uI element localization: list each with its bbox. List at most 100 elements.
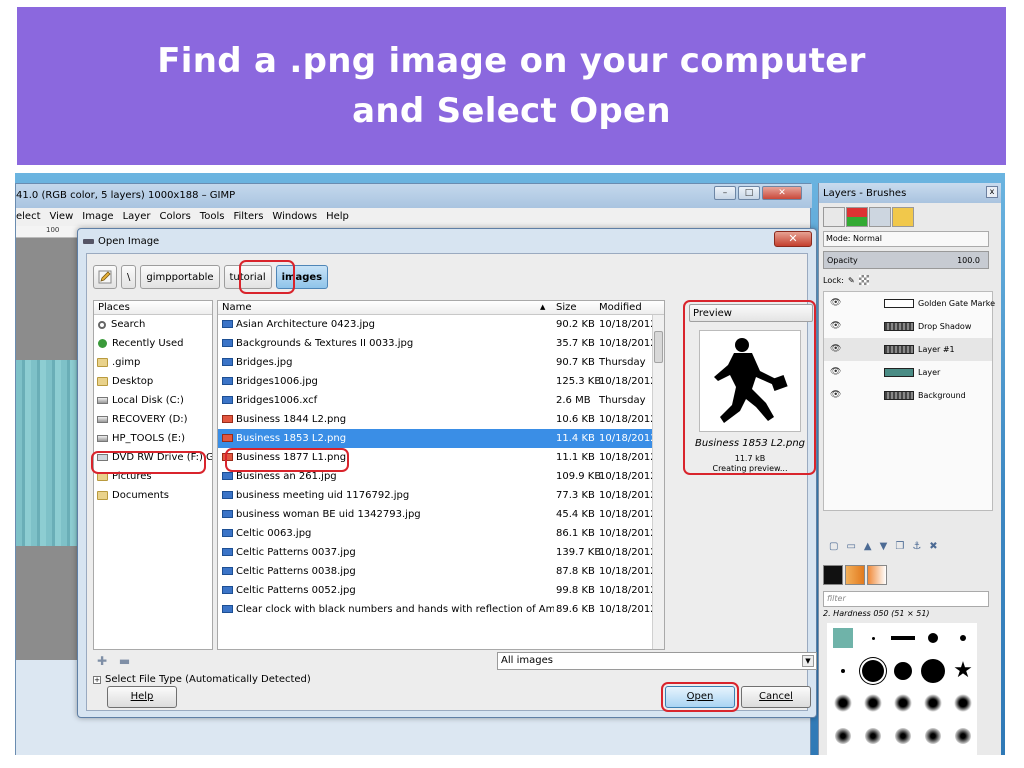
eye-icon[interactable]: 👁 — [830, 344, 841, 354]
menu-image[interactable]: Image — [82, 211, 113, 226]
column-name[interactable]: Name — [222, 302, 252, 313]
brush-cell[interactable] — [889, 625, 917, 651]
brush-cell[interactable] — [949, 690, 977, 716]
brush-cell[interactable] — [859, 658, 887, 684]
brush-cell[interactable] — [829, 658, 857, 684]
eye-icon[interactable]: 👁 — [830, 390, 841, 400]
opacity-value[interactable]: 100.0 — [957, 256, 980, 265]
layer-row[interactable]: 👁 Layer — [824, 361, 992, 384]
menu-colors[interactable]: Colors — [159, 211, 190, 226]
layer-row[interactable]: 👁 Background — [824, 384, 992, 407]
menu-windows[interactable]: Windows — [272, 211, 317, 226]
brush-cell[interactable] — [919, 690, 947, 716]
place-local-disk[interactable]: Local Disk (C:) — [94, 391, 212, 410]
file-row[interactable]: Business 1844 L2.png 10.6 KB 10/18/2012 — [218, 410, 664, 429]
opacity-slider[interactable]: Opacity 100.0 — [823, 251, 989, 269]
brush-cell[interactable]: ★ — [949, 658, 977, 684]
new-layer-icon[interactable]: ▢ — [829, 541, 838, 557]
help-button[interactable]: Help — [107, 686, 177, 708]
tab-channels-icon[interactable] — [846, 207, 868, 227]
place-dvd-drive[interactable]: DVD RW Drive (F:) GI... — [94, 448, 212, 467]
brush-cell[interactable] — [889, 723, 917, 749]
brush-cell[interactable] — [829, 625, 857, 651]
type-location-button[interactable] — [93, 265, 117, 289]
brush-cell[interactable] — [859, 723, 887, 749]
cancel-button[interactable]: Cancel — [741, 686, 811, 708]
menu-tools[interactable]: Tools — [200, 211, 225, 226]
tab-paths-icon[interactable] — [869, 207, 891, 227]
file-row[interactable]: Celtic Patterns 0052.jpg 99.8 KB 10/18/201… — [218, 581, 664, 600]
file-row[interactable]: Celtic Patterns 0038.jpg 87.8 KB 10/18/201… — [218, 562, 664, 581]
brush-cell[interactable] — [859, 690, 887, 716]
place-gimp[interactable]: .gimp — [94, 353, 212, 372]
menu-help[interactable]: Help — [326, 211, 349, 226]
place-search[interactable]: Search — [94, 315, 212, 334]
file-row[interactable]: Backgrounds & Textures II 0033.jpg 35.7 K… — [218, 334, 664, 353]
path-images-button[interactable]: images — [275, 265, 329, 289]
brush-cell[interactable] — [829, 690, 857, 716]
brush-cell[interactable] — [949, 625, 977, 651]
tab-gradients-icon[interactable] — [867, 565, 887, 585]
file-row[interactable]: Celtic 0063.jpg 86.1 KB 10/18/2012 — [218, 524, 664, 543]
file-row[interactable]: Asian Architecture 0423.jpg 90.2 KB 10/18/… — [218, 315, 664, 334]
place-desktop[interactable]: Desktop — [94, 372, 212, 391]
file-row[interactable]: Business an 261.jpg 109.9 KB 10/18/2012 — [218, 467, 664, 486]
path-gimpportable-button[interactable]: gimpportable — [140, 265, 220, 289]
panel-close-button[interactable]: x — [986, 186, 998, 198]
column-modified[interactable]: Modified — [599, 302, 642, 313]
menu-filters[interactable]: Filters — [233, 211, 263, 226]
layer-row[interactable]: 👁 Golden Gate Marke — [824, 292, 995, 315]
lower-layer-icon[interactable]: ▼ — [880, 541, 888, 557]
brush-cell[interactable] — [829, 723, 857, 749]
close-window-button[interactable]: ✕ — [762, 186, 802, 200]
layer-row[interactable]: 👁 Drop Shadow — [824, 315, 992, 338]
brush-cell[interactable] — [919, 658, 947, 684]
alpha-lock-icon[interactable] — [858, 275, 869, 285]
scroll-thumb[interactable] — [654, 331, 663, 363]
brush-cell[interactable] — [889, 690, 917, 716]
tab-brushes-icon[interactable] — [823, 565, 843, 585]
brush-filter-input[interactable]: filter — [823, 591, 989, 607]
place-hp-tools[interactable]: HP_TOOLS (E:) — [94, 429, 212, 448]
file-row[interactable]: Bridges1006.jpg 125.3 KB 10/18/2012 — [218, 372, 664, 391]
duplicate-layer-icon[interactable]: ❐ — [895, 541, 904, 557]
dialog-close-button[interactable]: ✕ — [774, 231, 812, 247]
brush-cell[interactable] — [919, 723, 947, 749]
layer-row[interactable]: 👁 Layer #1 — [824, 338, 992, 361]
layer-mode-select[interactable]: Mode: Normal — [823, 231, 989, 247]
maximize-button[interactable]: □ — [738, 186, 760, 200]
tab-undo-icon[interactable] — [892, 207, 914, 227]
file-row[interactable]: business woman BE uid 1342793.jpg 45.4 KB… — [218, 505, 664, 524]
path-tutorial-button[interactable]: tutorial — [223, 265, 272, 289]
places-add-remove[interactable]: ✚ ▬ — [93, 654, 213, 670]
raise-layer-icon[interactable]: ▲ — [864, 541, 872, 557]
brush-lock-icon[interactable]: ✎ — [848, 276, 855, 285]
brush-cell[interactable] — [889, 658, 917, 684]
place-pictures[interactable]: Pictures — [94, 467, 212, 486]
file-row[interactable]: Celtic Patterns 0037.jpg 139.7 KB 10/18/20… — [218, 543, 664, 562]
menu-layer[interactable]: Layer — [123, 211, 151, 226]
menu-select[interactable]: elect — [16, 211, 41, 226]
column-size[interactable]: Size — [556, 302, 577, 313]
eye-icon[interactable]: 👁 — [830, 298, 841, 308]
place-documents[interactable]: Documents — [94, 486, 212, 505]
open-button[interactable]: Open — [665, 686, 735, 708]
file-row[interactable]: Bridges1006.xcf 2.6 MB Thursday — [218, 391, 664, 410]
brush-cell[interactable] — [949, 723, 977, 749]
file-filter-select[interactable]: All images ▼ — [497, 652, 817, 670]
file-row[interactable]: Clear clock with black numbers and hands… — [218, 600, 664, 619]
file-row[interactable]: Business 1877 L1.png 11.1 KB 10/18/2012 — [218, 448, 664, 467]
menu-view[interactable]: View — [50, 211, 74, 226]
delete-layer-icon[interactable]: ✖ — [929, 541, 937, 557]
path-root-button[interactable]: \ — [121, 265, 137, 289]
layer-group-icon[interactable]: ▭ — [846, 541, 855, 557]
places-header[interactable]: Places — [94, 301, 212, 315]
anchor-layer-icon[interactable]: ⚓ — [912, 541, 921, 557]
place-recently-used[interactable]: Recently Used — [94, 334, 212, 353]
brush-cell[interactable] — [919, 625, 947, 651]
file-row[interactable]: business meeting uid 1176792.jpg 77.3 KB 1… — [218, 486, 664, 505]
file-row[interactable]: Business 1853 L2.png 11.4 KB 10/18/2012 — [218, 429, 664, 448]
eye-icon[interactable]: 👁 — [830, 367, 841, 377]
minimize-button[interactable]: – — [714, 186, 736, 200]
select-file-type-expander[interactable]: + Select File Type (Automatically Detect… — [93, 674, 311, 685]
